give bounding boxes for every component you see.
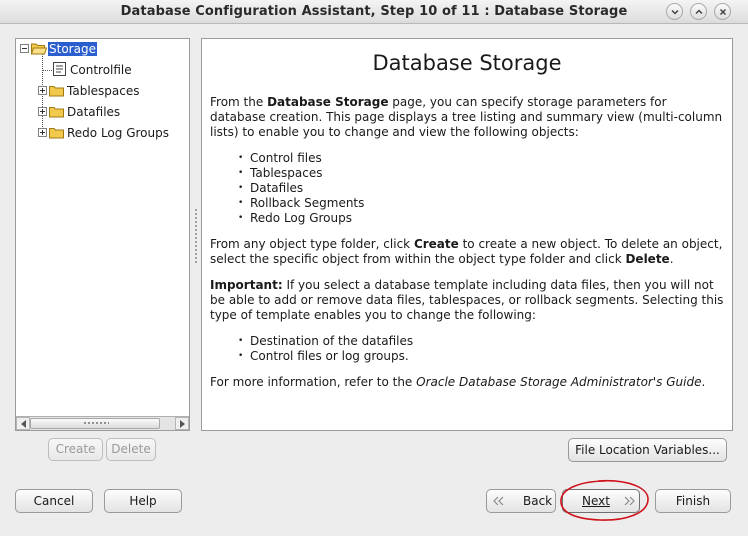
- tree-connector: [42, 70, 52, 71]
- folder-icon: [49, 86, 64, 97]
- tree-item-label: Datafiles: [67, 105, 121, 119]
- collapse-toggle[interactable]: [20, 44, 29, 53]
- list-item: Rollback Segments: [238, 196, 364, 211]
- tree-item-label: Tablespaces: [67, 84, 140, 98]
- grip-icon: [83, 421, 109, 426]
- tree-item-redo-log-groups[interactable]: Redo Log Groups: [38, 124, 188, 142]
- intro-paragraph: From the Database Storage page, you can …: [210, 95, 723, 139]
- more-info-paragraph: For more information, refer to the Oracl…: [210, 375, 706, 389]
- title-bar: Database Configuration Assistant, Step 1…: [0, 0, 748, 24]
- list-item: Destination of the datafiles: [238, 334, 413, 349]
- minimize-button[interactable]: [666, 3, 683, 20]
- help-content-panel: Database Storage From the Database Stora…: [201, 38, 733, 431]
- tree-item-datafiles[interactable]: Datafiles: [38, 103, 168, 121]
- document-icon: [53, 62, 66, 76]
- finish-button[interactable]: Finish: [655, 489, 731, 513]
- create-delete-paragraph: From any object type folder, click Creat…: [210, 237, 723, 266]
- tree-item-storage[interactable]: Storage: [20, 40, 120, 58]
- arrow-right-icon: [180, 420, 185, 428]
- folder-icon: [49, 107, 64, 118]
- list-item: Control files: [238, 151, 364, 166]
- tree-item-label: Storage: [48, 42, 97, 56]
- tree-item-label: Redo Log Groups: [67, 126, 169, 140]
- list-item: Redo Log Groups: [238, 211, 364, 226]
- delete-button[interactable]: Delete: [106, 438, 156, 461]
- tree-item-controlfile[interactable]: Controlfile: [52, 61, 162, 79]
- chevron-left-icon: [493, 496, 504, 506]
- storage-objects-list: Control files Tablespaces Datafiles Roll…: [238, 151, 364, 226]
- window-title: Database Configuration Assistant, Step 1…: [120, 4, 628, 19]
- close-button[interactable]: [714, 3, 731, 20]
- page-title: Database Storage: [372, 51, 562, 75]
- tree-item-label: Controlfile: [70, 63, 132, 77]
- arrow-left-icon: [21, 420, 26, 428]
- close-icon: [719, 8, 727, 16]
- create-button[interactable]: Create: [48, 438, 103, 461]
- folder-open-icon: [31, 43, 47, 55]
- folder-icon: [49, 128, 64, 139]
- expand-toggle[interactable]: [38, 128, 47, 137]
- chevron-down-icon: [671, 9, 679, 15]
- annotation-circle: [560, 479, 649, 521]
- back-button[interactable]: Back: [486, 489, 556, 513]
- scroll-left-button[interactable]: [16, 417, 30, 430]
- important-paragraph: Important: If you select a database temp…: [210, 278, 724, 322]
- tree-horizontal-scrollbar[interactable]: [16, 416, 189, 430]
- chevron-up-icon: [695, 9, 703, 15]
- cancel-button[interactable]: Cancel: [15, 489, 93, 513]
- list-item: Control files or log groups.: [238, 349, 413, 364]
- file-location-variables-button[interactable]: File Location Variables...: [568, 438, 727, 462]
- help-button[interactable]: Help: [104, 489, 182, 513]
- back-button-label: Back: [523, 494, 553, 508]
- maximize-button[interactable]: [690, 3, 707, 20]
- expand-toggle[interactable]: [38, 107, 47, 116]
- scroll-right-button[interactable]: [175, 417, 189, 430]
- list-item: Datafiles: [238, 181, 364, 196]
- scroll-thumb[interactable]: [30, 418, 160, 429]
- list-item: Tablespaces: [238, 166, 364, 181]
- storage-tree[interactable]: Storage Controlfile Tablespaces Datafile…: [15, 38, 190, 431]
- expand-toggle[interactable]: [38, 86, 47, 95]
- split-pane-divider[interactable]: [194, 208, 198, 264]
- template-items-list: Destination of the datafiles Control fil…: [238, 334, 413, 364]
- tree-item-tablespaces[interactable]: Tablespaces: [38, 82, 168, 100]
